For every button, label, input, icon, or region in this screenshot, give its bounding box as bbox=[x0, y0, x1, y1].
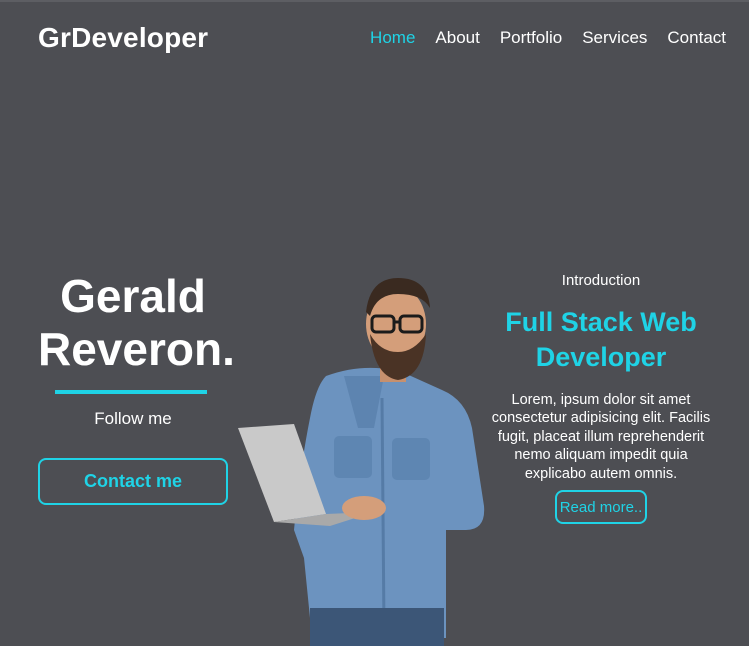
developer-portrait-image bbox=[238, 278, 485, 646]
read-more-button[interactable]: Read more.. bbox=[555, 490, 647, 524]
nav-services[interactable]: Services bbox=[582, 28, 647, 48]
nav-about[interactable]: About bbox=[435, 28, 479, 48]
hero-name-last: Reveron. bbox=[38, 322, 235, 375]
hero-name: Gerald Reveron. bbox=[38, 270, 235, 376]
nav-contact[interactable]: Contact bbox=[667, 28, 726, 48]
top-border bbox=[0, 0, 749, 2]
introduction-label: Introduction bbox=[561, 272, 641, 289]
name-underline bbox=[55, 390, 207, 394]
nav-portfolio[interactable]: Portfolio bbox=[500, 28, 562, 48]
hero-name-first: Gerald bbox=[60, 270, 206, 322]
intro-description: Lorem, ipsum dolor sit amet consectetur … bbox=[491, 392, 711, 482]
role-title: Full Stack Web Developer bbox=[505, 307, 697, 373]
contact-me-button[interactable]: Contact me bbox=[38, 458, 228, 505]
brand-logo[interactable]: GrDeveloper bbox=[38, 22, 208, 54]
nav-home[interactable]: Home bbox=[370, 28, 415, 48]
follow-me-text: Follow me bbox=[94, 409, 172, 428]
main-nav: Home About Portfolio Services Contact bbox=[370, 28, 726, 48]
